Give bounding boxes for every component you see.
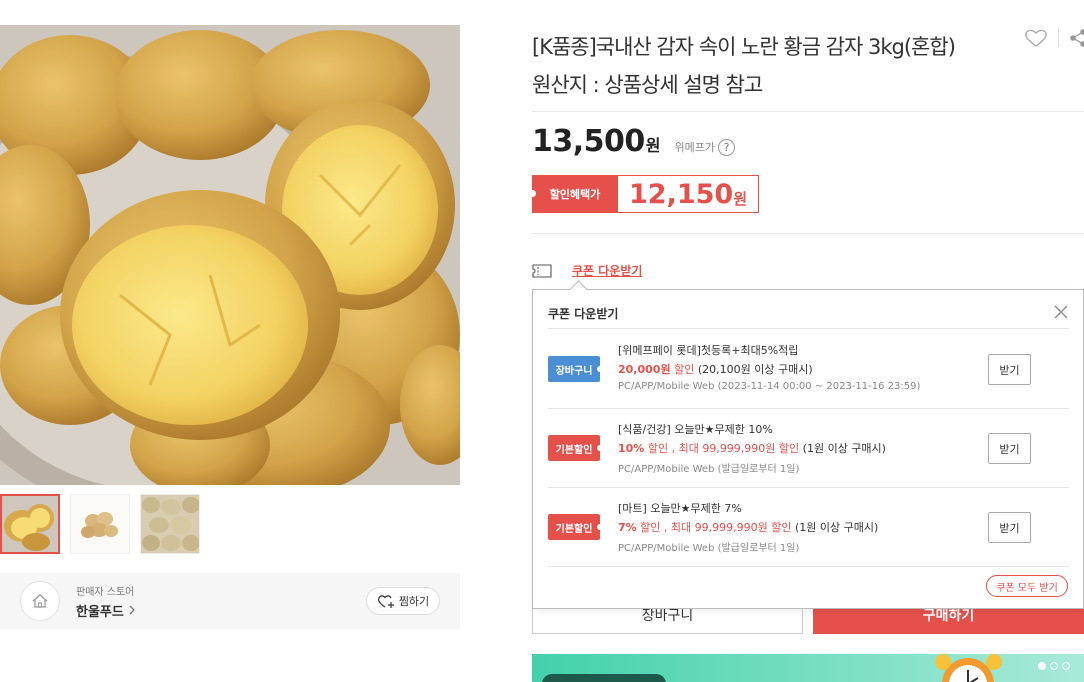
coupon-discount-word: 할인 xyxy=(636,521,661,534)
product-main-image[interactable] xyxy=(0,25,460,485)
discount-value-box: 12,150 원 xyxy=(618,175,759,213)
coupon-discount: 20,000원 할인 (20,100원 이상 구매시) xyxy=(618,361,813,377)
coupon-period: PC/APP/Mobile Web (발급일로부터 1일) xyxy=(618,543,800,554)
product-page: 판매자 스토어 한울푸드 찜하기 [K품종]국내산 감자 속이 노란 황금 감자… xyxy=(0,0,1084,682)
download-all-coupons-button[interactable]: 쿠폰 모두 받기 xyxy=(986,575,1068,597)
thumbnail-1[interactable] xyxy=(0,494,60,554)
coupon-item: 기본할인 [마트] 오늘만★무제한 7% 7% 할인 , 최대 99,999,9… xyxy=(548,488,1069,567)
title-actions-divider xyxy=(1058,29,1059,47)
seller-home-button[interactable] xyxy=(20,581,60,621)
discount-price-box: 할인혜택가 12,150 원 xyxy=(529,175,759,213)
thumbnail-1-image xyxy=(2,496,58,552)
coupon-condition: (1원 이상 구매시) xyxy=(791,521,879,534)
coupon-period: PC/APP/Mobile Web (발급일로부터 1일) xyxy=(618,464,800,475)
coupon-discount-amount-value: 7% xyxy=(618,521,637,534)
coupon-condition: (1원 이상 구매시) xyxy=(799,442,886,455)
coupon-ticket-icon xyxy=(532,263,552,278)
chevron-right-icon xyxy=(129,605,135,615)
coupon-item: 장바구니 [위메프페이 롯데]첫등록+최대5%적립 20,000원 할인 (20… xyxy=(548,330,1069,409)
seller-info: 판매자 스토어 한울푸드 xyxy=(76,583,136,620)
banner-pill xyxy=(542,674,666,682)
coupon-discount-amount: 7% 할인 , 최대 99,999,990원 할인 xyxy=(618,521,792,534)
coupon-discount-max: , 최대 99,999,990원 할인 xyxy=(668,442,800,455)
panel-divider xyxy=(548,566,1069,567)
home-icon xyxy=(32,594,48,608)
close-icon[interactable] xyxy=(1053,304,1069,320)
seller-name-link[interactable]: 한울푸드 xyxy=(76,601,136,620)
coupon-panel-title: 쿠폰 다운받기 xyxy=(548,307,619,321)
thumbnail-strip xyxy=(0,494,200,554)
divider xyxy=(532,233,1084,234)
title-actions xyxy=(1024,28,1084,48)
banner-dot[interactable] xyxy=(1050,662,1058,670)
coupon-download-link[interactable]: 쿠폰 다운받기 xyxy=(572,262,642,279)
coupon-discount-max: , 최대 99,999,990원 할인 xyxy=(660,521,792,534)
zzim-label: 찜하기 xyxy=(398,595,430,608)
heart-outline-icon[interactable] xyxy=(1024,28,1048,48)
thumbnail-2-image xyxy=(71,495,129,553)
banner-dot[interactable] xyxy=(1062,662,1070,670)
thumbnail-3-image xyxy=(141,495,199,553)
share-icon[interactable] xyxy=(1069,28,1084,48)
price-tag: 위메프가 ? xyxy=(674,138,735,156)
coupon-receive-button[interactable]: 받기 xyxy=(988,354,1031,385)
thumbnail-2[interactable] xyxy=(70,494,130,554)
product-title: [K품종]국내산 감자 속이 노란 황금 감자 3kg(혼합) 원산지 : 상품… xyxy=(532,28,1012,104)
coupon-name: [마트] 오늘만★무제한 7% xyxy=(618,502,742,515)
price-row: 13,500 원 위메프가 ? xyxy=(532,124,735,159)
coupon-discount-amount-value: 10% xyxy=(618,442,645,455)
help-icon[interactable]: ? xyxy=(718,138,735,156)
coupon-discount: 7% 할인 , 최대 99,999,990원 할인 (1원 이상 구매시) xyxy=(618,519,878,535)
coupon-badge: 기본할인 xyxy=(548,435,603,461)
coupon-period: PC/APP/Mobile Web (2023-11-14 00:00 ~ 20… xyxy=(618,381,921,392)
price-tag-label: 위메프가 xyxy=(674,141,715,154)
coupon-discount: 10% 할인 , 최대 99,999,990원 할인 (1원 이상 구매시) xyxy=(618,440,886,456)
alarm-clock-illustration xyxy=(935,654,1002,682)
banner-pager xyxy=(1038,662,1070,670)
divider xyxy=(532,111,1084,112)
panel-divider xyxy=(548,328,1069,329)
discount-label: 할인혜택가 xyxy=(529,175,618,213)
promo-banner[interactable] xyxy=(532,654,1084,682)
potato-photo xyxy=(0,25,460,485)
coupon-receive-button[interactable]: 받기 xyxy=(988,512,1031,543)
seller-name: 한울푸드 xyxy=(76,604,124,620)
product-title-line1: [K품종]국내산 감자 속이 노란 황금 감자 3kg(혼합) xyxy=(532,35,956,59)
discount-value: 12,150 xyxy=(628,178,734,210)
store-zzim-button[interactable]: 찜하기 xyxy=(366,587,440,615)
coupon-item: 기본할인 [식품/건강] 오늘만★무제한 10% 10% 할인 , 최대 99,… xyxy=(548,409,1069,488)
coupon-receive-button[interactable]: 받기 xyxy=(988,433,1031,464)
coupon-badge: 장바구니 xyxy=(548,356,603,382)
seller-store-bar: 판매자 스토어 한울푸드 찜하기 xyxy=(0,573,460,629)
coupon-discount-word: 할인 xyxy=(644,442,669,455)
coupon-badge: 기본할인 xyxy=(548,514,603,540)
coupon-discount-amount: 20,000원 할인 xyxy=(618,363,694,376)
coupon-name: [식품/건강] 오늘만★무제한 10% xyxy=(618,423,773,436)
coupon-discount-amount: 10% 할인 , 최대 99,999,990원 할인 xyxy=(618,442,799,455)
heart-plus-icon xyxy=(377,594,394,608)
coupon-name: [위메프페이 롯데]첫등록+최대5%적립 xyxy=(618,344,799,357)
coupon-discount-amount-value: 20,000원 xyxy=(618,363,671,376)
coupon-condition: (20,100원 이상 구매시) xyxy=(694,363,813,376)
coupon-download-panel: 쿠폰 다운받기 장바구니 [위메프페이 롯데]첫등록+최대5%적립 20,000… xyxy=(532,289,1084,609)
coupon-download-row: 쿠폰 다운받기 xyxy=(532,262,642,279)
discount-currency: 원 xyxy=(733,189,747,208)
coupon-discount-word: 할인 xyxy=(670,363,695,376)
thumbnail-3[interactable] xyxy=(140,494,200,554)
seller-label: 판매자 스토어 xyxy=(76,586,135,598)
price-currency: 원 xyxy=(645,136,661,155)
price-value: 13,500 xyxy=(532,124,645,159)
banner-dot[interactable] xyxy=(1038,662,1046,670)
product-origin: 원산지 : 상품상세 설명 참고 xyxy=(532,73,763,97)
